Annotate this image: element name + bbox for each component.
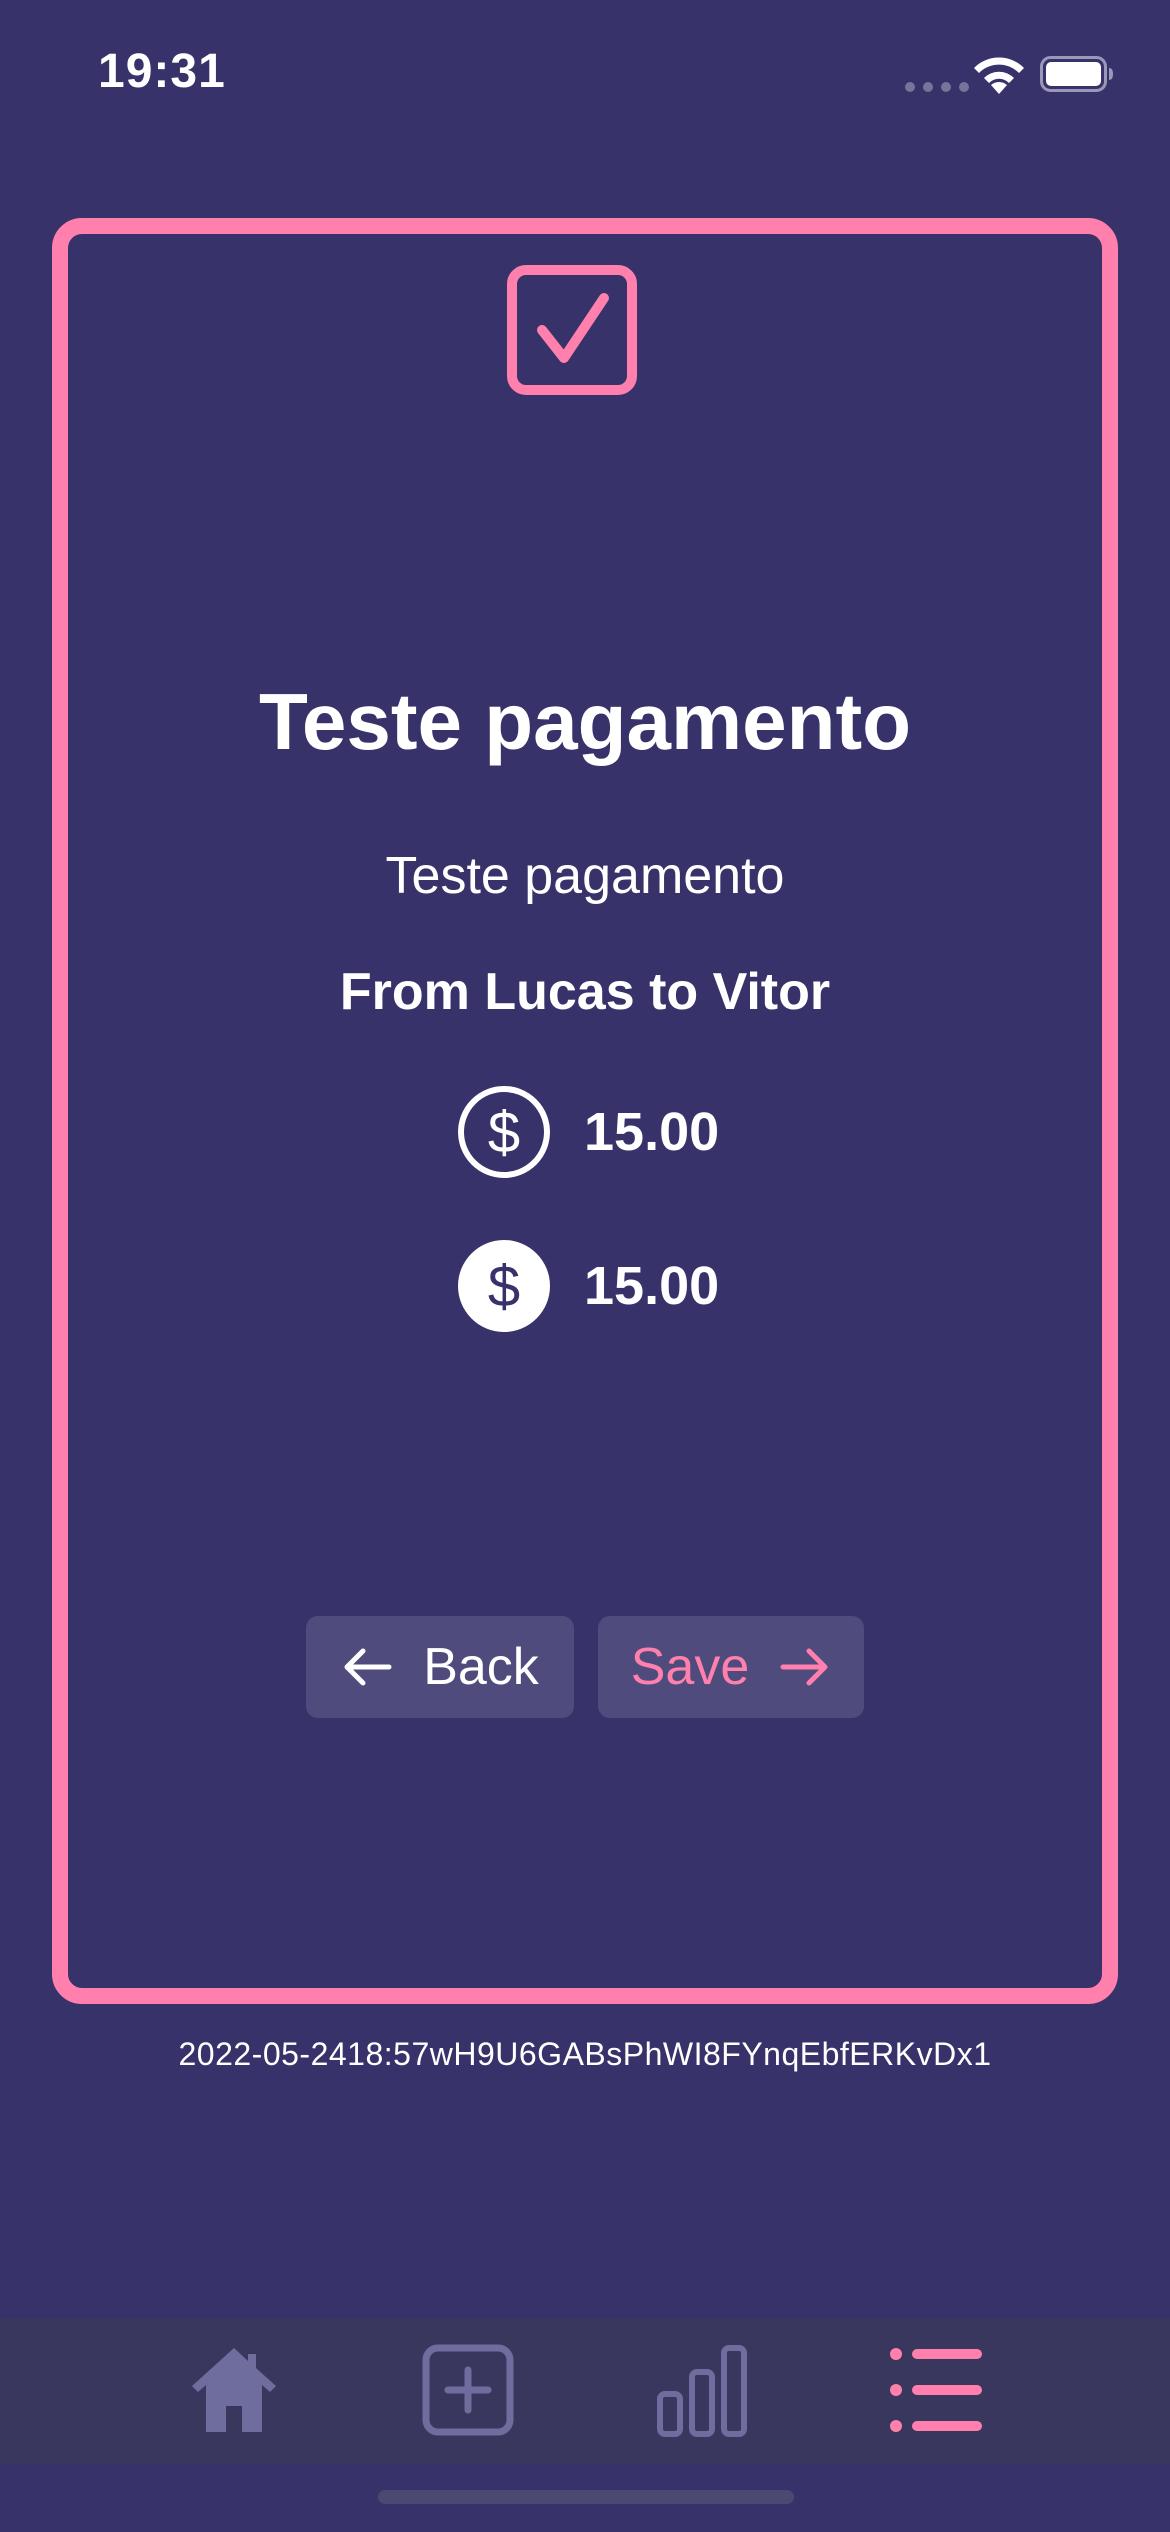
- home-indicator: [378, 2490, 794, 2504]
- dollar-circle-filled-icon: $: [458, 1240, 550, 1332]
- home-icon: [192, 2348, 276, 2432]
- save-button[interactable]: Save: [598, 1616, 864, 1718]
- arrow-left-icon: [344, 1648, 392, 1686]
- amount-value: 15.00: [584, 1102, 720, 1162]
- wifi-icon: [974, 57, 1024, 94]
- amount-value: 15.00: [584, 1256, 720, 1316]
- back-button[interactable]: Back: [306, 1616, 574, 1718]
- transaction-description: Teste pagamento: [385, 847, 785, 905]
- transaction-parties: From Lucas to Vitor: [339, 963, 831, 1021]
- status-time: 19:31: [98, 45, 226, 98]
- battery-icon: [1040, 56, 1113, 92]
- save-button-label: Save: [630, 1638, 750, 1696]
- amount-row: $ 15.00: [458, 1240, 719, 1332]
- tab-stats[interactable]: [652, 2340, 752, 2440]
- amount-row: $ 15.00: [458, 1086, 719, 1178]
- transaction-id: 2022-05-2418:57wH9U6GABsPhWI8FYnqEbfERKv…: [178, 2036, 992, 2072]
- tab-list[interactable]: [886, 2340, 986, 2440]
- tab-bar: [0, 2318, 1170, 2464]
- back-button-label: Back: [423, 1638, 539, 1696]
- tab-home[interactable]: [184, 2340, 284, 2440]
- cellular-signal-icon: [905, 82, 969, 92]
- add-square-icon: [422, 2344, 514, 2436]
- status-bar: 19:31: [0, 0, 1170, 140]
- arrow-right-icon: [780, 1648, 828, 1686]
- checkbox-checked-icon: [507, 265, 637, 395]
- list-icon: [890, 2348, 982, 2432]
- dollar-circle-outline-icon: $: [458, 1086, 550, 1178]
- tab-add[interactable]: [418, 2340, 518, 2440]
- bar-chart-icon: [657, 2345, 747, 2437]
- transaction-title: Teste pagamento: [259, 677, 911, 766]
